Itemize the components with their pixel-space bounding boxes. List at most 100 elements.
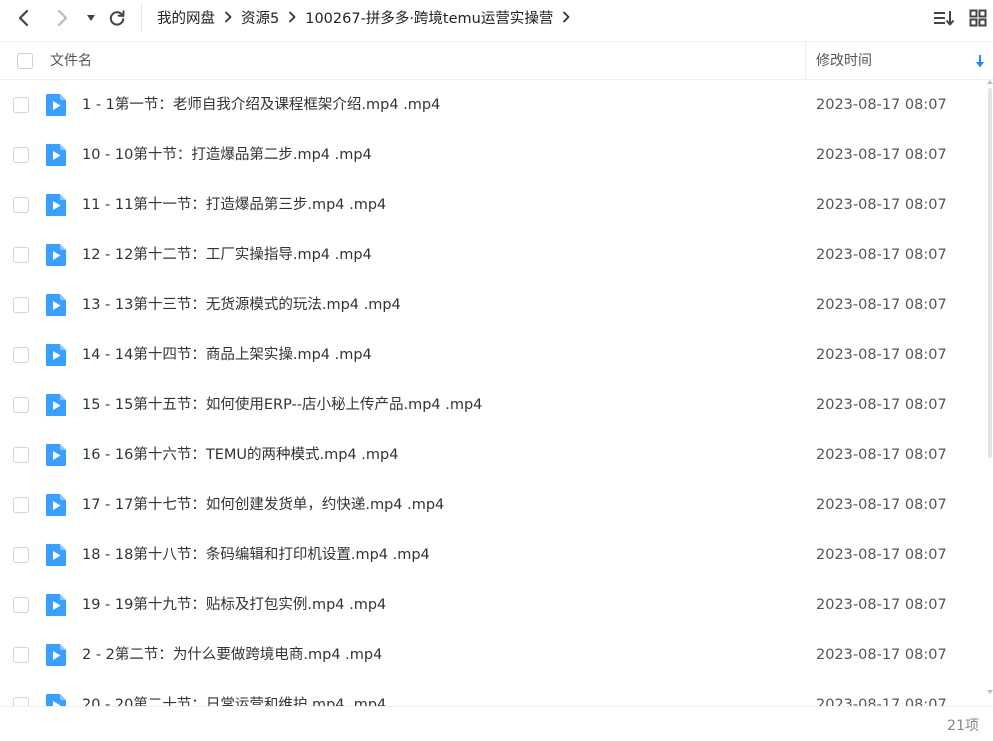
file-checkbox[interactable]	[13, 147, 29, 163]
toolbar: 我的网盘 资源5 100267-拼多多·跨境temu运营实操营	[0, 0, 993, 36]
file-checkbox[interactable]	[13, 97, 29, 113]
breadcrumb: 我的网盘 资源5 100267-拼多多·跨境temu运营实操营	[157, 0, 579, 34]
file-checkbox[interactable]	[13, 497, 29, 513]
file-name[interactable]: 19 - 19第十九节：贴标及打包实例.mp4 .mp4	[82, 580, 386, 630]
breadcrumb-item-root[interactable]: 我的网盘	[157, 7, 215, 28]
item-count: 21项	[947, 718, 979, 734]
file-name[interactable]: 12 - 12第十二节：工厂实操指导.mp4 .mp4	[82, 230, 372, 280]
video-file-icon	[45, 393, 67, 417]
sort-direction-button[interactable]	[974, 54, 986, 68]
video-file-icon	[45, 243, 67, 267]
breadcrumb-separator-icon	[288, 11, 296, 23]
file-checkbox[interactable]	[13, 247, 29, 263]
file-modified-time: 2023-08-17 08:07	[816, 97, 947, 113]
file-name[interactable]: 2 - 2第二节：为什么要做跨境电商.mp4 .mp4	[82, 630, 382, 680]
file-row[interactable]: 17 - 17第十七节：如何创建发货单，约快递.mp4 .mp4 2023-08-…	[0, 480, 986, 530]
file-name[interactable]: 13 - 13第十三节：无货源模式的玩法.mp4 .mp4	[82, 280, 401, 330]
file-name[interactable]: 20 - 20第二十节：日常运营和维护.mp4 .mp4	[82, 680, 386, 706]
file-list-header: 文件名 修改时间	[0, 41, 993, 80]
file-name[interactable]: 18 - 18第十八节：条码编辑和打印机设置.mp4 .mp4	[82, 530, 430, 580]
video-file-icon	[45, 493, 67, 517]
video-file-icon	[45, 293, 67, 317]
sort-button[interactable]	[932, 7, 956, 29]
view-mode-button[interactable]	[966, 7, 990, 29]
file-name[interactable]: 11 - 11第十一节：打造爆品第三步.mp4 .mp4	[82, 180, 386, 230]
file-row[interactable]: 14 - 14第十四节：商品上架实操.mp4 .mp4 2023-08-17 08…	[0, 330, 986, 380]
file-list: 1 - 1第一节：老师自我介绍及课程框架介绍.mp4 .mp4 2023-08-1…	[0, 80, 986, 706]
file-row[interactable]: 15 - 15第十五节：如何使用ERP--店小秘上传产品.mp4 .mp4 202…	[0, 380, 986, 430]
file-modified-time: 2023-08-17 08:07	[816, 247, 947, 263]
video-file-icon	[45, 343, 67, 367]
file-modified-time: 2023-08-17 08:07	[816, 347, 947, 363]
file-row[interactable]: 10 - 10第十节：打造爆品第二步.mp4 .mp4 2023-08-17 08…	[0, 130, 986, 180]
file-modified-time: 2023-08-17 08:07	[816, 397, 947, 413]
select-all-checkbox[interactable]	[17, 53, 33, 69]
file-checkbox[interactable]	[13, 597, 29, 613]
file-row[interactable]: 16 - 16第十六节：TEMU的两种模式.mp4 .mp4 2023-08-17…	[0, 430, 986, 480]
file-name[interactable]: 14 - 14第十四节：商品上架实操.mp4 .mp4	[82, 330, 372, 380]
video-file-icon	[45, 143, 67, 167]
refresh-icon	[109, 10, 125, 26]
video-file-icon	[45, 693, 67, 706]
file-checkbox[interactable]	[13, 447, 29, 463]
file-row[interactable]: 20 - 20第二十节：日常运营和维护.mp4 .mp4 2023-08-17 0…	[0, 680, 986, 706]
file-row[interactable]: 2 - 2第二节：为什么要做跨境电商.mp4 .mp4 2023-08-17 08…	[0, 630, 986, 680]
file-name[interactable]: 1 - 1第一节：老师自我介绍及课程框架介绍.mp4 .mp4	[82, 80, 440, 130]
file-checkbox[interactable]	[13, 197, 29, 213]
file-name[interactable]: 17 - 17第十七节：如何创建发货单，约快递.mp4 .mp4	[82, 480, 444, 530]
file-modified-time: 2023-08-17 08:07	[816, 697, 947, 706]
file-row[interactable]: 12 - 12第十二节：工厂实操指导.mp4 .mp4 2023-08-17 08…	[0, 230, 986, 280]
video-file-icon	[45, 193, 67, 217]
breadcrumb-expand-icon[interactable]	[562, 11, 570, 23]
refresh-button[interactable]	[105, 6, 129, 30]
file-modified-time: 2023-08-17 08:07	[816, 147, 947, 163]
toolbar-divider	[141, 4, 142, 32]
scrollbar-thumb[interactable]	[988, 88, 992, 458]
file-modified-time: 2023-08-17 08:07	[816, 647, 947, 663]
video-file-icon	[45, 643, 67, 667]
file-name[interactable]: 16 - 16第十六节：TEMU的两种模式.mp4 .mp4	[82, 430, 398, 480]
file-name[interactable]: 10 - 10第十节：打造爆品第二步.mp4 .mp4	[82, 130, 372, 180]
breadcrumb-item-current[interactable]: 100267-拼多多·跨境temu运营实操营	[305, 7, 553, 28]
file-row[interactable]: 18 - 18第十八节：条码编辑和打印机设置.mp4 .mp4 2023-08-1…	[0, 530, 986, 580]
back-button[interactable]	[12, 6, 36, 30]
scrollbar[interactable]	[986, 80, 993, 706]
grid-view-icon	[969, 9, 987, 27]
arrow-down-icon	[976, 55, 984, 68]
file-modified-time: 2023-08-17 08:07	[816, 547, 947, 563]
chevron-left-icon	[18, 9, 29, 27]
chevron-right-icon	[57, 9, 68, 27]
file-row[interactable]: 1 - 1第一节：老师自我介绍及课程框架介绍.mp4 .mp4 2023-08-1…	[0, 80, 986, 130]
file-name[interactable]: 15 - 15第十五节：如何使用ERP--店小秘上传产品.mp4 .mp4	[82, 380, 482, 430]
breadcrumb-separator-icon	[224, 11, 232, 23]
file-modified-time: 2023-08-17 08:07	[816, 197, 947, 213]
video-file-icon	[45, 543, 67, 567]
forward-button[interactable]	[50, 6, 74, 30]
sort-list-icon	[934, 11, 955, 26]
file-modified-time: 2023-08-17 08:07	[816, 447, 947, 463]
file-modified-time: 2023-08-17 08:07	[816, 597, 947, 613]
file-row[interactable]: 13 - 13第十三节：无货源模式的玩法.mp4 .mp4 2023-08-17 …	[0, 280, 986, 330]
column-header-name[interactable]: 文件名	[50, 42, 92, 80]
file-checkbox[interactable]	[13, 397, 29, 413]
video-file-icon	[45, 443, 67, 467]
file-checkbox[interactable]	[13, 697, 29, 706]
file-checkbox[interactable]	[13, 347, 29, 363]
status-bar: 21项	[0, 706, 993, 741]
file-modified-time: 2023-08-17 08:07	[816, 297, 947, 313]
video-file-icon	[45, 93, 67, 117]
scroll-down-arrow[interactable]	[987, 690, 993, 694]
file-modified-time: 2023-08-17 08:07	[816, 497, 947, 513]
history-dropdown-button[interactable]	[79, 6, 103, 30]
column-header-time[interactable]: 修改时间	[816, 42, 872, 80]
scroll-up-arrow[interactable]	[987, 80, 993, 84]
file-checkbox[interactable]	[13, 547, 29, 563]
file-checkbox[interactable]	[13, 297, 29, 313]
column-divider[interactable]	[805, 42, 806, 80]
file-checkbox[interactable]	[13, 647, 29, 663]
file-row[interactable]: 11 - 11第十一节：打造爆品第三步.mp4 .mp4 2023-08-17 0…	[0, 180, 986, 230]
breadcrumb-item-resource[interactable]: 资源5	[241, 7, 279, 28]
file-row[interactable]: 19 - 19第十九节：贴标及打包实例.mp4 .mp4 2023-08-17 0…	[0, 580, 986, 630]
caret-down-icon	[87, 15, 95, 21]
video-file-icon	[45, 593, 67, 617]
